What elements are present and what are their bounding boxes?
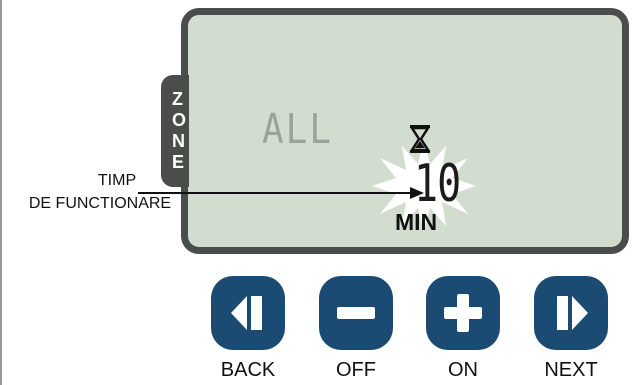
back-button[interactable] [211,276,285,350]
minus-icon [337,307,375,319]
next-button[interactable] [534,276,608,350]
off-button[interactable] [319,276,393,350]
on-button[interactable] [426,276,500,350]
skip-next-icon [557,296,588,330]
next-button-label: NEXT [544,359,598,381]
on-button-label: ON [448,359,478,381]
skip-back-icon [231,296,262,330]
plus-icon [444,294,482,332]
back-button-label: BACK [220,359,276,381]
off-button-label: OFF [336,359,376,381]
